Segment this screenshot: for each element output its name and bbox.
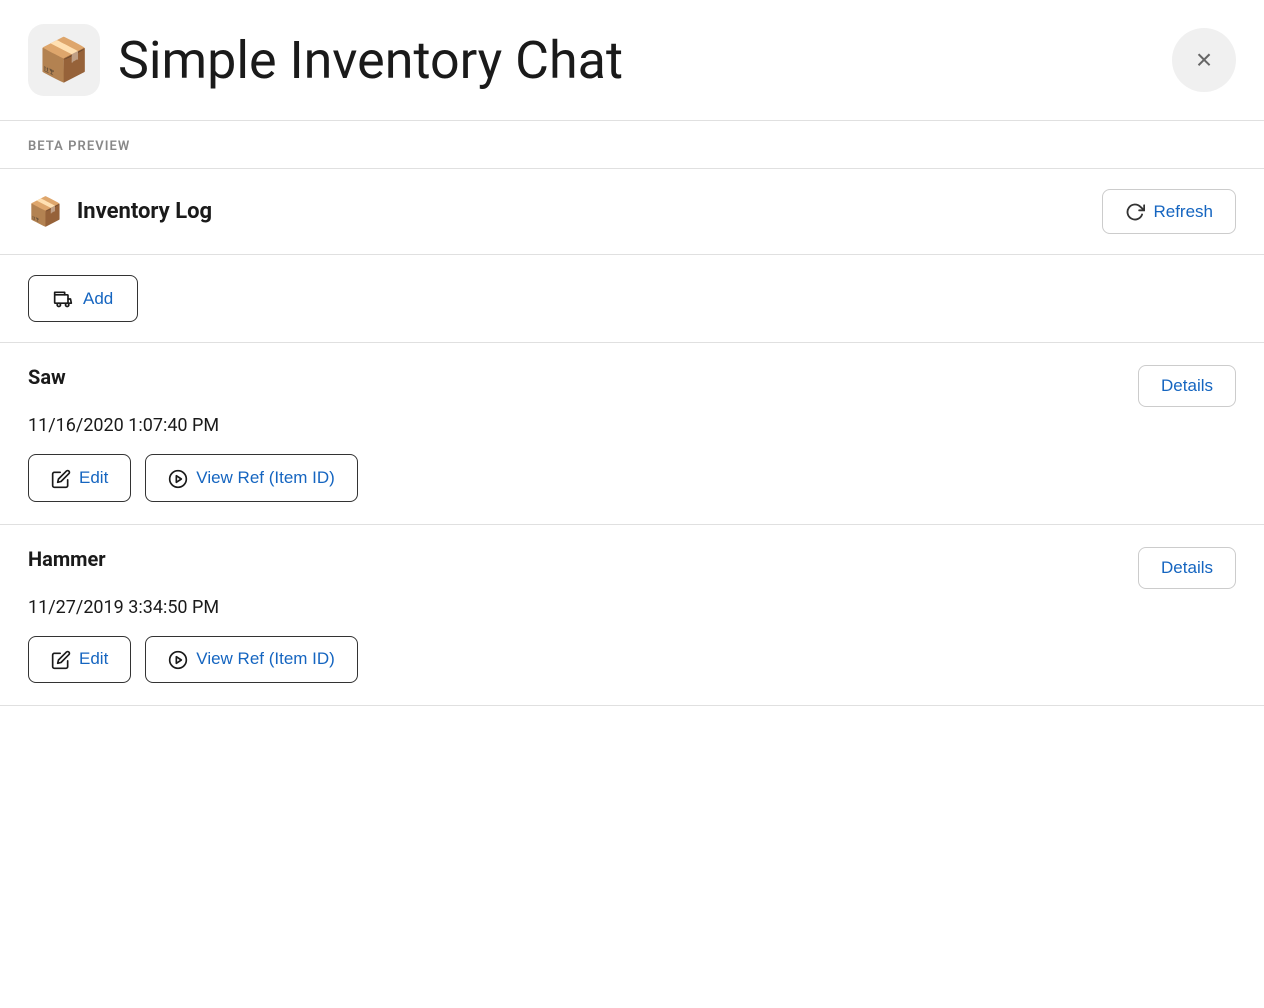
item-actions: Edit View Ref (Item ID) xyxy=(28,636,1236,683)
details-button[interactable]: Details xyxy=(1138,365,1236,407)
item-name: Saw xyxy=(28,365,66,389)
beta-bar: BETA PREVIEW xyxy=(0,121,1264,169)
edit-button[interactable]: Edit xyxy=(28,636,131,683)
section-title: Inventory Log xyxy=(77,199,212,224)
inventory-item: Hammer Details 11/27/2019 3:34:50 PM Edi… xyxy=(0,525,1264,706)
app-title: Simple Inventory Chat xyxy=(118,30,623,91)
inventory-item: Saw Details 11/16/2020 1:07:40 PM Edit xyxy=(0,343,1264,524)
view-ref-label: View Ref (Item ID) xyxy=(196,649,335,669)
inventory-icon: 📦 xyxy=(28,195,63,228)
edit-icon xyxy=(51,467,71,488)
item-date: 11/16/2020 1:07:40 PM xyxy=(28,415,1236,436)
view-ref-icon xyxy=(168,649,188,670)
refresh-icon xyxy=(1125,200,1145,223)
section-header: 📦 Inventory Log Refresh xyxy=(0,169,1264,255)
view-ref-button[interactable]: View Ref (Item ID) xyxy=(145,636,358,683)
refresh-label: Refresh xyxy=(1153,202,1213,222)
edit-label: Edit xyxy=(79,468,108,488)
edit-label: Edit xyxy=(79,649,108,669)
header-left: 📦 Simple Inventory Chat xyxy=(28,24,623,96)
item-name: Hammer xyxy=(28,547,106,571)
close-button[interactable]: × xyxy=(1172,28,1236,92)
details-button[interactable]: Details xyxy=(1138,547,1236,589)
section-header-left: 📦 Inventory Log xyxy=(28,195,212,228)
view-ref-icon xyxy=(168,467,188,488)
add-icon xyxy=(53,288,73,309)
item-date: 11/27/2019 3:34:50 PM xyxy=(28,597,1236,618)
edit-button[interactable]: Edit xyxy=(28,454,131,501)
item-header: Saw Details xyxy=(28,365,1236,407)
app-header: 📦 Simple Inventory Chat × xyxy=(0,0,1264,121)
view-ref-button[interactable]: View Ref (Item ID) xyxy=(145,454,358,501)
add-label: Add xyxy=(83,289,113,309)
close-icon: × xyxy=(1196,44,1212,76)
inventory-list: Saw Details 11/16/2020 1:07:40 PM Edit xyxy=(0,343,1264,706)
item-actions: Edit View Ref (Item ID) xyxy=(28,454,1236,501)
view-ref-label: View Ref (Item ID) xyxy=(196,468,335,488)
edit-icon xyxy=(51,649,71,670)
item-header: Hammer Details xyxy=(28,547,1236,589)
app-icon: 📦 xyxy=(28,24,100,96)
beta-label: BETA PREVIEW xyxy=(28,139,130,154)
add-row: Add xyxy=(0,255,1264,343)
refresh-button[interactable]: Refresh xyxy=(1102,189,1236,234)
add-button[interactable]: Add xyxy=(28,275,138,322)
